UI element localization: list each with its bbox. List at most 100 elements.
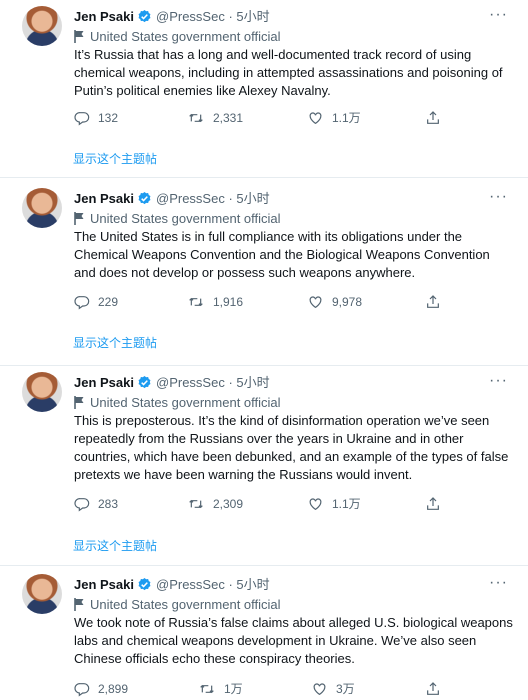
reply-count: 229 bbox=[98, 295, 119, 309]
tweet-text: This is preposterous. It’s the kind of d… bbox=[74, 413, 509, 482]
share-icon bbox=[427, 111, 439, 124]
share-button[interactable] bbox=[425, 107, 449, 129]
separator-dot: · bbox=[228, 191, 233, 206]
share-icon bbox=[427, 295, 439, 308]
flag-icon bbox=[74, 598, 84, 611]
show-thread-link[interactable]: 显示这个主题帖 bbox=[73, 150, 157, 167]
reply-icon bbox=[74, 112, 90, 126]
gov-label-text: United States government official bbox=[90, 211, 281, 226]
author-handle[interactable]: @PressSec bbox=[156, 9, 225, 24]
like-icon bbox=[313, 683, 326, 696]
share-icon bbox=[427, 682, 439, 695]
retweet-count: 2,331 bbox=[213, 111, 244, 125]
gov-label: United States government official bbox=[74, 394, 281, 412]
more-icon[interactable]: ··· bbox=[489, 188, 508, 206]
author-name[interactable]: Jen Psaki bbox=[74, 9, 134, 24]
tweet-text: We took note of Russia’s false claims ab… bbox=[74, 615, 513, 666]
author-name[interactable]: Jen Psaki bbox=[74, 375, 134, 390]
reply-count: 132 bbox=[98, 111, 119, 125]
verified-badge-icon bbox=[137, 191, 152, 211]
like-icon bbox=[309, 112, 322, 125]
separator-dot: · bbox=[228, 577, 233, 592]
like-count: 1.1万 bbox=[332, 497, 361, 511]
retweet-button[interactable]: 1,916 bbox=[187, 291, 243, 313]
reply-count: 2,899 bbox=[98, 682, 129, 696]
show-thread-link[interactable]: 显示这个主题帖 bbox=[73, 334, 157, 351]
retweet-button[interactable]: 1万 bbox=[198, 678, 243, 700]
tweet[interactable]: Jen Psaki @PressSec · 5小时 ··· United Stat… bbox=[0, 366, 528, 566]
gov-label: United States government official bbox=[74, 28, 281, 46]
like-button[interactable]: 9,978 bbox=[307, 291, 362, 313]
author-handle[interactable]: @PressSec bbox=[156, 375, 225, 390]
like-button[interactable]: 1.1万 bbox=[307, 493, 361, 515]
more-icon[interactable]: ··· bbox=[489, 6, 508, 24]
tweet-text: It’s Russia that has a long and well-doc… bbox=[74, 47, 503, 98]
reply-button[interactable]: 283 bbox=[74, 493, 118, 515]
tweet-text: The United States is in full compliance … bbox=[74, 229, 490, 280]
reply-icon bbox=[74, 498, 90, 512]
reply-icon bbox=[74, 683, 90, 697]
tweet[interactable]: Jen Psaki @PressSec · 5小时 ··· United Stat… bbox=[0, 0, 528, 178]
tweet[interactable]: Jen Psaki @PressSec · 5小时 ··· United Stat… bbox=[0, 182, 528, 366]
separator-dot: · bbox=[228, 9, 233, 24]
timestamp[interactable]: 5小时 bbox=[236, 191, 269, 206]
gov-label-text: United States government official bbox=[90, 395, 281, 410]
tweet-actions: 229 1,916 9,978 bbox=[74, 291, 454, 313]
gov-label-text: United States government official bbox=[90, 29, 281, 44]
tweet-header: Jen Psaki @PressSec · 5小时 bbox=[74, 190, 270, 208]
tweet-feed: Jen Psaki @PressSec · 5小时 ··· United Stat… bbox=[0, 0, 528, 700]
verified-badge-icon bbox=[137, 375, 152, 395]
author-handle[interactable]: @PressSec bbox=[156, 577, 225, 592]
verified-badge-icon bbox=[137, 577, 152, 597]
tweet-actions: 2,899 1万 3万 bbox=[74, 678, 454, 700]
more-icon[interactable]: ··· bbox=[489, 574, 508, 592]
flag-icon bbox=[74, 212, 84, 225]
reply-icon bbox=[74, 296, 90, 310]
retweet-count: 1万 bbox=[224, 682, 243, 696]
like-icon bbox=[309, 498, 322, 511]
retweet-count: 1,916 bbox=[213, 295, 244, 309]
retweet-icon bbox=[200, 684, 214, 694]
retweet-count: 2,309 bbox=[213, 497, 244, 511]
retweet-button[interactable]: 2,309 bbox=[187, 493, 243, 515]
retweet-icon bbox=[189, 297, 203, 307]
flag-icon bbox=[74, 30, 84, 43]
like-count: 3万 bbox=[336, 682, 355, 696]
gov-label: United States government official bbox=[74, 210, 281, 228]
verified-badge-icon bbox=[137, 9, 152, 29]
like-button[interactable]: 3万 bbox=[311, 678, 355, 700]
author-name[interactable]: Jen Psaki bbox=[74, 191, 134, 206]
timestamp[interactable]: 5小时 bbox=[236, 9, 269, 24]
show-thread-link[interactable]: 显示这个主题帖 bbox=[73, 537, 157, 554]
flag-icon bbox=[74, 396, 84, 409]
share-button[interactable] bbox=[425, 291, 449, 313]
author-handle[interactable]: @PressSec bbox=[156, 191, 225, 206]
tweet-header: Jen Psaki @PressSec · 5小时 bbox=[74, 374, 270, 392]
share-icon bbox=[427, 497, 439, 510]
reply-button[interactable]: 2,899 bbox=[74, 678, 128, 700]
reply-button[interactable]: 229 bbox=[74, 291, 118, 313]
tweet-actions: 283 2,309 1.1万 bbox=[74, 493, 454, 515]
timestamp[interactable]: 5小时 bbox=[236, 375, 269, 390]
avatar[interactable] bbox=[22, 574, 62, 614]
share-button[interactable] bbox=[425, 493, 449, 515]
like-count: 1.1万 bbox=[332, 111, 361, 125]
tweet[interactable]: Jen Psaki @PressSec · 5小时 ··· United Stat… bbox=[0, 568, 528, 700]
like-button[interactable]: 1.1万 bbox=[307, 107, 361, 129]
more-icon[interactable]: ··· bbox=[489, 372, 508, 390]
timestamp[interactable]: 5小时 bbox=[236, 577, 269, 592]
like-count: 9,978 bbox=[332, 295, 363, 309]
author-name[interactable]: Jen Psaki bbox=[74, 577, 134, 592]
like-icon bbox=[309, 296, 322, 309]
avatar[interactable] bbox=[22, 188, 62, 228]
avatar[interactable] bbox=[22, 372, 62, 412]
tweet-header: Jen Psaki @PressSec · 5小时 bbox=[74, 8, 270, 26]
gov-label-text: United States government official bbox=[90, 597, 281, 612]
share-button[interactable] bbox=[425, 678, 449, 700]
avatar[interactable] bbox=[22, 6, 62, 46]
tweet-header: Jen Psaki @PressSec · 5小时 bbox=[74, 576, 270, 594]
retweet-button[interactable]: 2,331 bbox=[187, 107, 243, 129]
reply-button[interactable]: 132 bbox=[74, 107, 118, 129]
reply-count: 283 bbox=[98, 497, 119, 511]
retweet-icon bbox=[189, 113, 203, 123]
